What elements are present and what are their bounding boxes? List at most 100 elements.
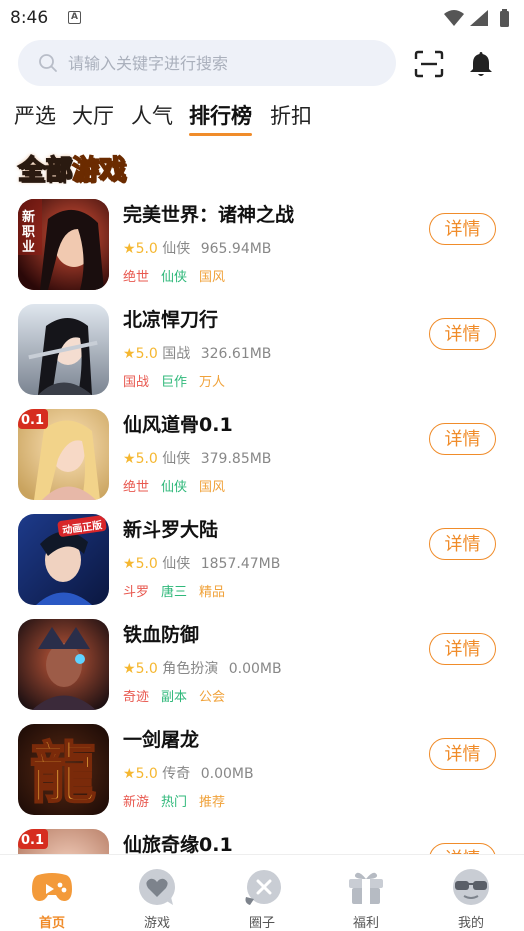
game-item[interactable]: 0.1 仙旅奇缘0.1 详情 [0,826,524,854]
game-tag: 绝世 [123,270,150,285]
detail-button[interactable]: 详情 [429,423,496,455]
game-name: 铁血防御 [123,624,200,646]
game-tag: 仙侠 [161,270,188,285]
active-tab-underline [189,133,252,136]
status-time: 8:46 [10,8,49,28]
nav-label: 我的 [457,916,484,931]
wifi-icon [444,10,464,26]
svg-text:职: 职 [22,225,35,240]
tab-discount[interactable]: 折扣 [270,98,312,136]
game-size: 0.00MB [228,661,282,677]
detail-button[interactable]: 详情 [429,738,496,770]
game-tag: 公会 [199,690,226,705]
game-tags: 绝世 仙侠 国风 [123,266,237,285]
tab-yanxuan[interactable]: 严选 [14,98,56,136]
game-size: 1857.47MB [200,556,281,572]
game-item[interactable]: 动画正版 新斗罗大陆 ★5.0 仙侠 1857.47MB 斗罗 唐三 精品 详情 [0,511,524,616]
nav-label: 游戏 [143,916,170,931]
game-size: 0.00MB [200,766,254,782]
game-icon[interactable] [18,619,109,710]
bell-icon[interactable] [468,50,494,78]
game-category: 仙侠 [162,241,191,257]
nav-games[interactable]: 游戏 [122,863,192,931]
game-tag: 新游 [123,795,150,810]
game-name: 新斗罗大陆 [123,519,219,541]
game-icon[interactable]: 新 职 业 [18,199,109,290]
tab-label: 严选 [14,104,56,128]
game-tags: 新游 热门 推荐 [123,791,237,810]
game-item[interactable]: 0.1 仙风道骨0.1 ★5.0 仙侠 379.85MB 绝世 仙侠 国风 详情 [0,406,524,511]
game-icon[interactable]: 0.1 [18,409,109,500]
game-item[interactable]: 北凉悍刀行 ★5.0 国战 326.61MB 国战 巨作 万人 详情 [0,301,524,406]
game-item[interactable]: 铁血防御 ★5.0 角色扮演 0.00MB 奇迹 副本 公会 详情 [0,616,524,721]
game-tags: 国战 巨作 万人 [123,371,237,390]
game-category: 角色扮演 [162,661,219,677]
detail-button[interactable]: 详情 [429,633,496,665]
game-item[interactable]: 新 职 业 完美世界：诸神之战 ★5.0 仙侠 965.94MB 绝世 仙侠 国风 … [0,196,524,301]
game-name: 一剑屠龙 [123,729,200,751]
detail-button[interactable]: 详情 [429,843,496,854]
game-size: 965.94MB [200,241,272,257]
circle-chat-icon [245,870,281,905]
game-category: 仙侠 [162,556,191,572]
game-icon[interactable] [18,304,109,395]
game-tags: 奇迹 副本 公会 [123,686,237,705]
game-rating: 5.0 [135,556,158,572]
tab-label: 折扣 [270,104,312,128]
game-category: 传奇 [162,766,191,782]
detail-button[interactable]: 详情 [429,318,496,350]
game-name: 仙风道骨0.1 [123,414,233,436]
game-tags: 斗罗 唐三 精品 [123,581,237,600]
nav-label: 福利 [352,916,379,931]
game-rating: 5.0 [135,346,158,362]
gamepad-icon [32,873,72,901]
game-tag: 推荐 [199,795,226,810]
search-icon [39,54,57,72]
game-name: 完美世界：诸神之战 [123,204,295,226]
search-input[interactable] [68,40,378,86]
category-tabs: 严选 大厅 人气 排行榜 折扣 [0,98,524,138]
game-icon[interactable]: 龍 [18,724,109,815]
game-icon[interactable]: 动画正版 [18,514,109,605]
star-icon: ★ [123,766,136,782]
game-list: 新 职 业 完美世界：诸神之战 ★5.0 仙侠 965.94MB 绝世 仙侠 国风 … [0,196,524,854]
sunglasses-face-icon [453,869,489,905]
tab-renqi[interactable]: 人气 [131,98,173,136]
game-tag: 热门 [161,795,188,810]
scan-icon[interactable] [414,50,444,78]
star-icon: ★ [123,556,136,572]
nav-welfare[interactable]: 福利 [331,863,401,931]
game-tag: 奇迹 [123,690,150,705]
game-tag: 巨作 [161,375,188,390]
notification-a-icon: A [68,11,81,24]
game-rating: 5.0 [135,451,158,467]
star-icon: ★ [123,451,136,467]
battery-icon [500,11,509,27]
game-tag: 唐三 [161,585,188,600]
tab-label: 人气 [131,104,173,128]
nav-mine[interactable]: 我的 [436,863,506,931]
star-icon: ★ [123,346,136,362]
game-tag: 仙侠 [161,480,188,495]
nav-circle[interactable]: 圈子 [227,863,297,931]
section-title-part2: 游戏 [71,154,127,187]
game-tag: 万人 [199,375,226,390]
nav-home[interactable]: 首页 [17,863,87,931]
section-title-part1: 全部 [17,154,73,187]
svg-text:0.1: 0.1 [21,413,44,428]
game-item[interactable]: 龍 一剑屠龙 ★5.0 传奇 0.00MB 新游 热门 推荐 详情 [0,721,524,826]
detail-button[interactable]: 详情 [429,528,496,560]
search-box[interactable] [18,40,396,86]
tab-label: 大厅 [72,104,114,128]
svg-text:新: 新 [22,209,35,225]
nav-label: 圈子 [248,916,275,931]
game-tag: 副本 [161,690,188,705]
svg-text:0.1: 0.1 [21,833,44,848]
gift-icon [349,872,383,904]
tab-dating[interactable]: 大厅 [72,98,114,136]
detail-button[interactable]: 详情 [429,213,496,245]
game-meta: ★5.0 仙侠 1857.47MB [123,553,280,573]
svg-text:业: 业 [22,239,35,255]
tab-ranking[interactable]: 排行榜 [189,98,252,136]
game-icon[interactable]: 0.1 [18,829,109,854]
